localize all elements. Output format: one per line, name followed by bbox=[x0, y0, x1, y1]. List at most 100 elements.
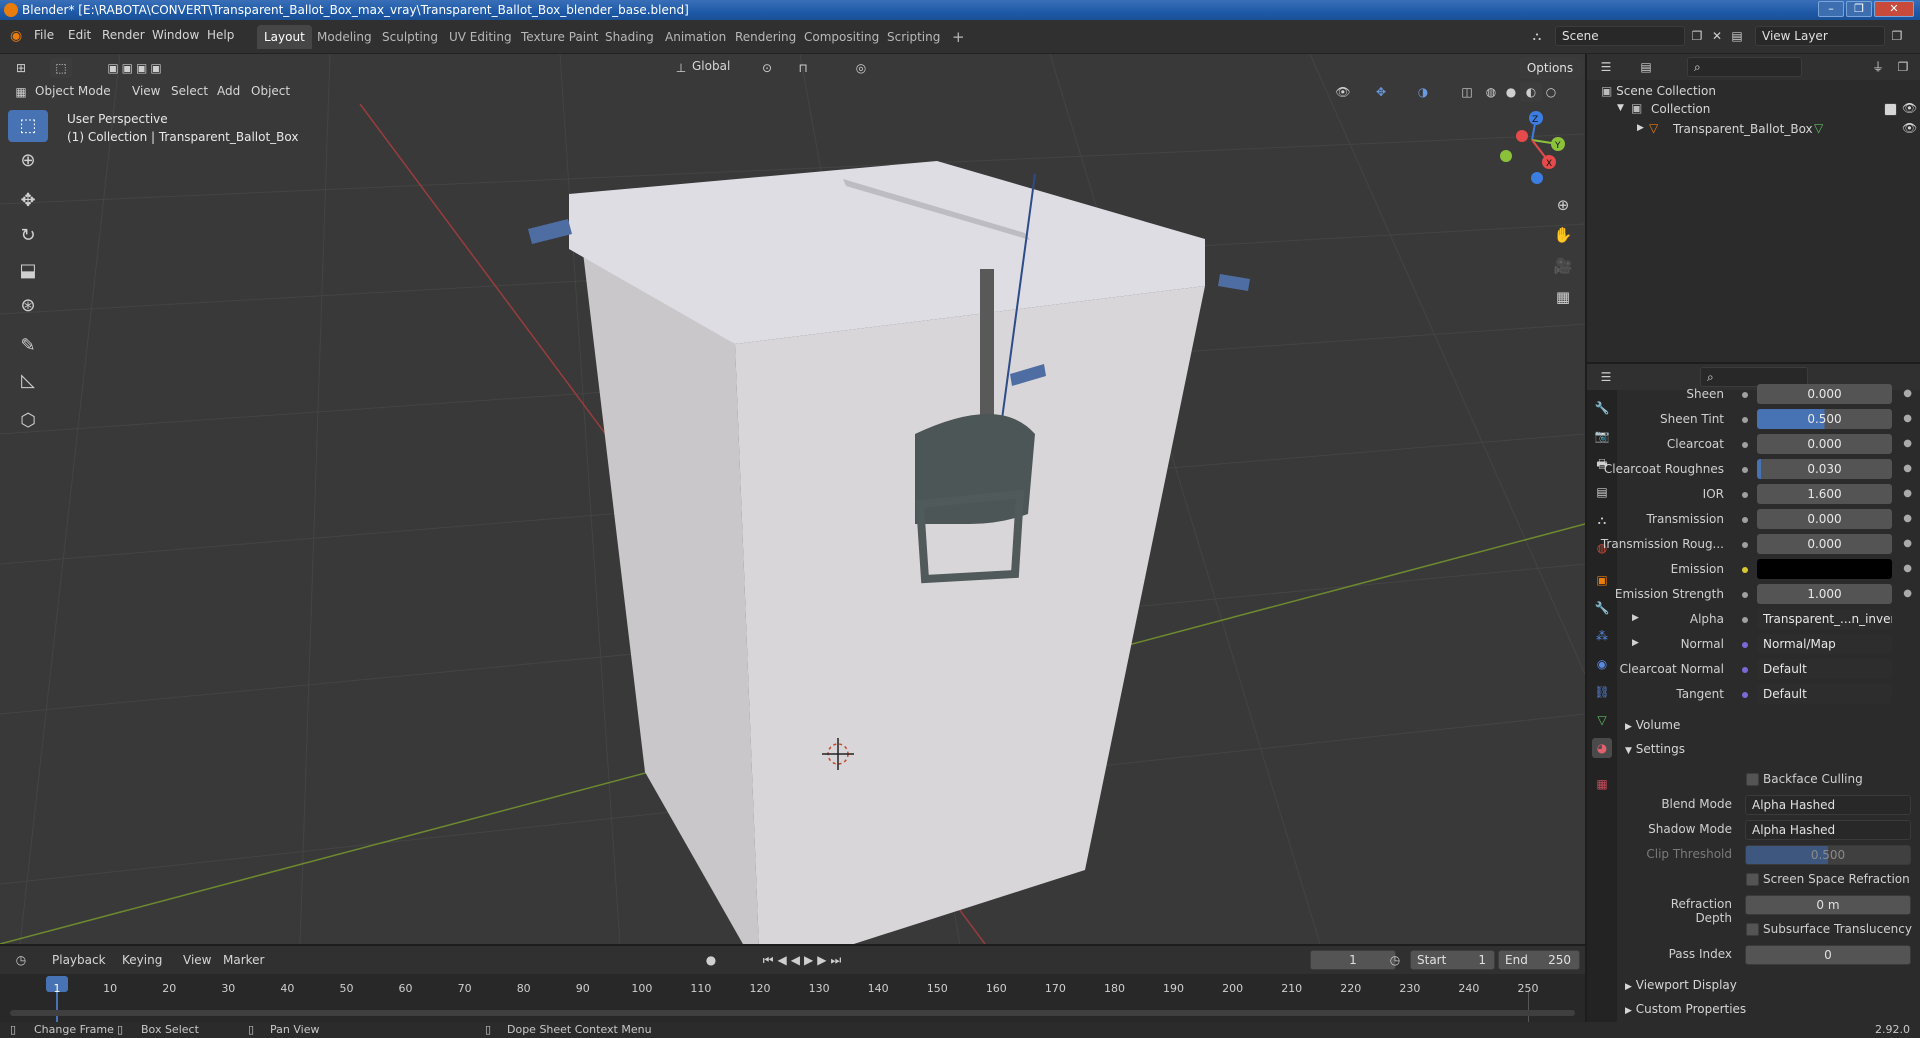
move-tool[interactable]: ✥ bbox=[8, 185, 48, 217]
menu-render[interactable]: Render bbox=[102, 28, 145, 42]
menu-window[interactable]: Window bbox=[152, 28, 199, 42]
rendered-shading-icon[interactable]: ○ bbox=[1540, 82, 1562, 102]
backface-culling-checkbox[interactable] bbox=[1746, 773, 1759, 786]
object-eye-icon[interactable]: 👁 bbox=[1902, 121, 1917, 135]
blender-menu-icon[interactable]: ◉ bbox=[10, 28, 22, 44]
display-mode-icon[interactable]: ▤ bbox=[1635, 57, 1657, 77]
keyframe-dot[interactable]: ● bbox=[1903, 438, 1912, 449]
timeline-scrollbar[interactable] bbox=[10, 1010, 1575, 1016]
add-cube-tool[interactable]: ⬡ bbox=[8, 405, 48, 437]
clearcoat-normal-link[interactable]: Default bbox=[1757, 659, 1892, 679]
sheen-field[interactable]: 0.000 bbox=[1757, 384, 1892, 404]
new-collection-icon[interactable]: ❐ bbox=[1892, 57, 1914, 77]
pan-hand-icon[interactable]: ✋ bbox=[1549, 221, 1577, 249]
data-tab-icon[interactable]: ▽ bbox=[1592, 710, 1612, 730]
view-layer-icon[interactable]: ▤ bbox=[1726, 26, 1748, 46]
snap-icon[interactable]: ⊓ bbox=[792, 58, 814, 78]
camera-view-icon[interactable]: 🎥 bbox=[1549, 252, 1577, 280]
solid-shading-icon[interactable]: ● bbox=[1500, 82, 1522, 102]
menu-edit[interactable]: Edit bbox=[68, 28, 91, 42]
clearcoat-roughness-field[interactable]: 0.030 bbox=[1757, 459, 1892, 479]
timeline-editor-icon[interactable]: ◷ bbox=[10, 950, 32, 970]
menu-playback[interactable]: Playback bbox=[52, 953, 106, 967]
tab-shading[interactable]: Shading bbox=[598, 25, 661, 49]
playback-controls-icons[interactable]: ⏮◀◀▶▶⏭ bbox=[744, 950, 864, 970]
outliner-row-scene-collection[interactable]: ▣ Scene Collection bbox=[1601, 84, 1716, 98]
scene-icon[interactable]: ⛬ bbox=[1526, 26, 1548, 46]
tab-scripting[interactable]: Scripting bbox=[880, 25, 947, 49]
minimize-button[interactable]: – bbox=[1818, 1, 1844, 17]
tab-sculpting[interactable]: Sculpting bbox=[375, 25, 445, 49]
viewport-display-panel-header[interactable]: ▶ Viewport Display bbox=[1625, 978, 1737, 992]
options-dropdown[interactable]: Options bbox=[1520, 58, 1580, 78]
outliner-row-collection[interactable]: ▼ ▣ Collection 👁 bbox=[1587, 100, 1920, 120]
material-shading-icon[interactable]: ◐ bbox=[1520, 82, 1542, 102]
outliner-editor-icon[interactable]: ☰ bbox=[1595, 57, 1617, 77]
transform-tool[interactable]: ⊛ bbox=[8, 290, 48, 322]
tab-uv-editing[interactable]: UV Editing bbox=[442, 25, 519, 49]
mode-dropdown[interactable]: Object Mode bbox=[35, 84, 111, 98]
keyframe-dot[interactable]: ● bbox=[1903, 538, 1912, 549]
record-icon[interactable]: ● bbox=[700, 950, 722, 970]
maximize-button[interactable]: ❐ bbox=[1846, 1, 1872, 17]
clip-threshold-field[interactable]: 0.500 bbox=[1745, 845, 1911, 865]
menu-keying[interactable]: Keying bbox=[122, 953, 162, 967]
3d-viewport[interactable]: Z Y X bbox=[0, 54, 1585, 944]
select-mode-icons[interactable]: ▣▣▣▣ bbox=[88, 58, 184, 78]
modifier-tab-icon[interactable]: 🔧 bbox=[1592, 598, 1612, 618]
material-tab-icon[interactable]: ◕ bbox=[1592, 738, 1612, 758]
keyframe-dot[interactable]: ● bbox=[1903, 463, 1912, 474]
scene-tab-icon[interactable]: ⛬ bbox=[1592, 510, 1612, 530]
pivot-icon[interactable]: ⊙ bbox=[756, 58, 778, 78]
transform-orientation-icon[interactable]: ⊥ bbox=[670, 58, 692, 78]
add-workspace-button[interactable]: + bbox=[945, 25, 972, 49]
sss-checkbox[interactable] bbox=[1746, 923, 1759, 936]
ssr-checkbox[interactable] bbox=[1746, 873, 1759, 886]
view-layer-selector[interactable]: View Layer bbox=[1755, 26, 1885, 46]
outliner-search-input[interactable]: ⌕ bbox=[1687, 57, 1802, 77]
normal-link[interactable]: Normal/Map bbox=[1757, 634, 1892, 654]
menu-help[interactable]: Help bbox=[207, 28, 234, 42]
delete-scene-icon[interactable]: ✕ bbox=[1706, 26, 1728, 46]
texture-tab-icon[interactable]: ▦ bbox=[1592, 774, 1612, 794]
emission-color-swatch[interactable] bbox=[1757, 559, 1892, 579]
transmission-roughness-field[interactable]: 0.000 bbox=[1757, 534, 1892, 554]
menu-view[interactable]: View bbox=[132, 84, 160, 98]
zoom-icon[interactable]: ⊕ bbox=[1549, 191, 1577, 219]
scene-selector[interactable]: Scene bbox=[1555, 26, 1685, 46]
shadow-mode-dropdown[interactable]: Alpha Hashed bbox=[1745, 820, 1911, 840]
menu-timeline-view[interactable]: View bbox=[183, 953, 211, 967]
measure-tool[interactable]: ◺ bbox=[8, 365, 48, 397]
tab-modeling[interactable]: Modeling bbox=[310, 25, 379, 49]
menu-file[interactable]: File bbox=[34, 28, 54, 42]
orientation-dropdown[interactable]: Global bbox=[692, 59, 730, 73]
start-frame-field[interactable]: Start 1 bbox=[1410, 950, 1495, 970]
expand-arrow-icon[interactable]: ▼ bbox=[1617, 103, 1624, 113]
expand-arrow-icon[interactable]: ▶ bbox=[1632, 613, 1639, 623]
transmission-field[interactable]: 0.000 bbox=[1757, 509, 1892, 529]
tool-tab-icon[interactable]: 🔧 bbox=[1592, 398, 1612, 418]
ior-field[interactable]: 1.600 bbox=[1757, 484, 1892, 504]
object-mode-icon[interactable]: ▦ bbox=[10, 82, 32, 102]
tab-rendering[interactable]: Rendering bbox=[728, 25, 803, 49]
settings-panel-header[interactable]: ▼ Settings bbox=[1625, 742, 1685, 756]
menu-marker[interactable]: Marker bbox=[223, 953, 264, 967]
object-tab-icon[interactable]: ▣ bbox=[1592, 570, 1612, 590]
cursor-tool[interactable]: ⊕ bbox=[8, 145, 48, 177]
emission-strength-field[interactable]: 1.000 bbox=[1757, 584, 1892, 604]
mesh-data-icon[interactable]: ▽ bbox=[1814, 121, 1823, 135]
render-tab-icon[interactable]: 📷 bbox=[1592, 426, 1612, 446]
sheen-tint-field[interactable]: 0.500 bbox=[1757, 409, 1892, 429]
new-view-layer-icon[interactable]: ❐ bbox=[1886, 26, 1908, 46]
preview-range-icon[interactable]: ◷ bbox=[1384, 950, 1406, 970]
expand-arrow-icon[interactable]: ▶ bbox=[1637, 123, 1644, 133]
expand-arrow-icon[interactable]: ▶ bbox=[1632, 638, 1639, 648]
close-window-button[interactable]: ✕ bbox=[1874, 1, 1914, 17]
tab-texture-paint[interactable]: Texture Paint bbox=[514, 25, 605, 49]
physics-tab-icon[interactable]: ◉ bbox=[1592, 654, 1612, 674]
proportional-edit-icon[interactable]: ◎ bbox=[850, 58, 872, 78]
outliner-row-object[interactable]: ▶ ▽ Transparent_Ballot_Box ▽ 👁 bbox=[1587, 120, 1920, 140]
collection-eye-icon[interactable]: 👁 bbox=[1902, 101, 1917, 115]
collection-exclude-checkbox[interactable] bbox=[1884, 103, 1897, 116]
keyframe-dot[interactable]: ● bbox=[1903, 413, 1912, 424]
